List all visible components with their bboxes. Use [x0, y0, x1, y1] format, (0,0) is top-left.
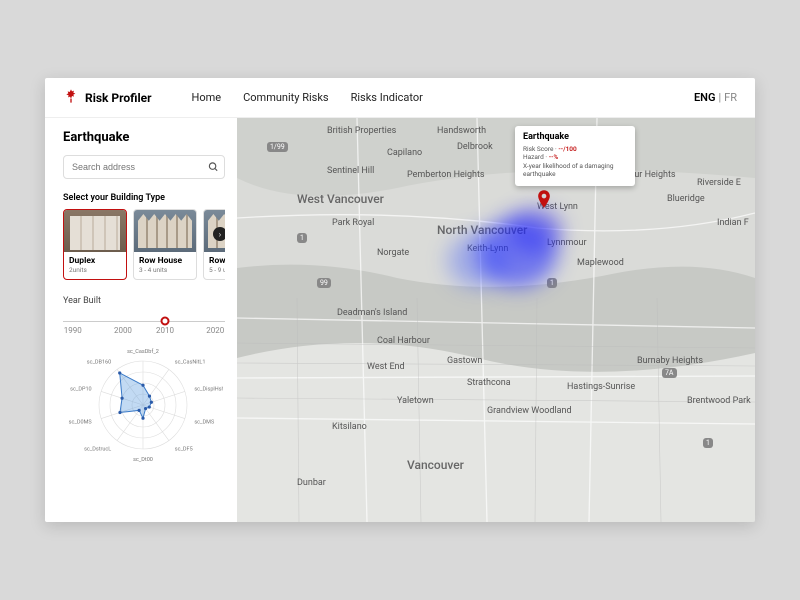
chevron-right-icon: › — [219, 230, 221, 239]
popup-title: Earthquake — [523, 132, 627, 142]
svg-text:sc_D0MS: sc_D0MS — [69, 420, 93, 426]
main-nav: Home Community Risks Risks Indicator — [192, 91, 423, 104]
year-tick: 2010 — [156, 326, 174, 335]
card-title: Row — [209, 256, 225, 266]
year-handle[interactable] — [161, 317, 170, 326]
page-title: Earthquake — [63, 130, 225, 145]
card-duplex[interactable]: Duplex2units — [63, 209, 127, 280]
nav-risks-indicator[interactable]: Risks Indicator — [351, 91, 423, 104]
search-wrapper — [63, 155, 225, 179]
app-title: Risk Profiler — [85, 91, 152, 105]
year-label: Year Built — [63, 296, 225, 306]
card-image — [134, 210, 196, 252]
map-base — [237, 118, 755, 522]
nav-community-risks[interactable]: Community Risks — [243, 91, 328, 104]
card-sub: 5 - 9 u — [209, 266, 225, 274]
building-type-cards: Duplex2units Row House3 - 4 units Row5 -… — [63, 209, 225, 280]
map-viewport[interactable]: British PropertiesHandsworthCapilanoDelb… — [237, 118, 755, 522]
card-title: Row House — [139, 256, 191, 266]
card-row-house[interactable]: Row House3 - 4 units — [133, 209, 197, 280]
svg-text:sc_DB160: sc_DB160 — [87, 359, 112, 365]
year-built: Year Built 1990 2000 2010 2020 — [63, 296, 225, 328]
sidebar: Earthquake Select your Building Type Dup… — [45, 118, 237, 522]
building-type-label: Select your Building Type — [63, 193, 225, 203]
app-window: Risk Profiler Home Community Risks Risks… — [45, 78, 755, 522]
map-pin-icon[interactable] — [537, 190, 551, 212]
card-sub: 2units — [69, 266, 121, 274]
year-tick: 2020 — [206, 326, 224, 335]
body: Earthquake Select your Building Type Dup… — [45, 118, 755, 522]
svg-text:sc_Dt00: sc_Dt00 — [133, 457, 153, 463]
search-icon[interactable] — [208, 158, 219, 177]
svg-text:sc_CasDbf_2: sc_CasDbf_2 — [127, 348, 159, 355]
top-bar: Risk Profiler Home Community Risks Risks… — [45, 78, 755, 118]
svg-text:sc_DF5: sc_DF5 — [175, 447, 193, 453]
map-popup: Earthquake Risk Score · --/100 Hazard · … — [515, 126, 635, 186]
svg-text:sc_DMS: sc_DMS — [194, 420, 215, 426]
year-slider[interactable]: 1990 2000 2010 2020 — [63, 314, 225, 328]
lang-active[interactable]: ENG — [694, 91, 715, 104]
svg-text:sc_DP10: sc_DP10 — [70, 386, 91, 392]
cards-next-button[interactable]: › — [213, 227, 225, 241]
card-row-partial[interactable]: Row5 - 9 u — [203, 209, 225, 280]
card-sub: 3 - 4 units — [139, 266, 191, 274]
svg-text:sc_CasNitL1: sc_CasNitL1 — [175, 359, 206, 365]
lang-inactive[interactable]: FR — [724, 91, 737, 104]
svg-text:sc_DstrucL: sc_DstrucL — [84, 447, 111, 453]
radar-chart: sc_CasDbf_2 sc_CasNitL1 sc_DisplHshld sc_DM… — [63, 340, 225, 470]
svg-text:sc_DisplHshld: sc_DisplHshld — [194, 386, 223, 392]
maple-leaf-icon — [63, 88, 79, 108]
search-input[interactable] — [63, 155, 225, 179]
nav-home[interactable]: Home — [192, 91, 222, 104]
year-tick: 2000 — [114, 326, 132, 335]
card-image — [64, 210, 126, 252]
year-tick: 1990 — [64, 326, 82, 335]
logo[interactable]: Risk Profiler — [63, 88, 152, 108]
card-title: Duplex — [69, 256, 121, 266]
language-switch: ENG|FR — [694, 91, 737, 104]
